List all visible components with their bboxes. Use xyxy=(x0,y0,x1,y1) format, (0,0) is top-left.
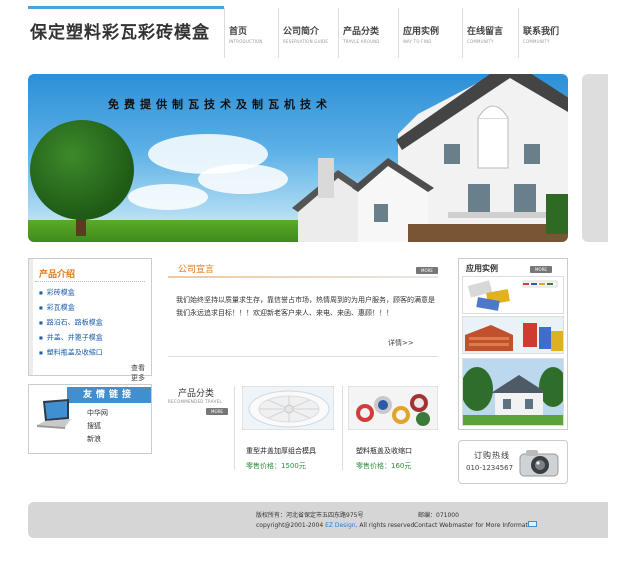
divider xyxy=(35,281,145,282)
category-link[interactable]: 塑料瓶盖及收缩口 xyxy=(39,345,103,360)
nav-label: 首页 xyxy=(229,27,248,37)
category-link[interactable]: 井盖、井篦子模盒 xyxy=(39,330,103,345)
divider xyxy=(342,386,343,470)
category-link[interactable]: 彩砖模盒 xyxy=(39,285,103,300)
application-cases-title: 应用实例 xyxy=(466,264,498,273)
product-image-bottle-caps[interactable] xyxy=(348,386,438,430)
cases-more-button[interactable]: MORE xyxy=(530,266,552,273)
mail-icon[interactable] xyxy=(528,521,537,527)
main-nav: 首页 INTRODUCTION 公司简介 RESERVATION GUIDE 产… xyxy=(224,8,574,58)
case-image-villa[interactable] xyxy=(462,358,564,426)
copyright-suffix: All rights reserved. xyxy=(359,522,417,529)
product-category-title: 产品分类 xyxy=(178,389,215,399)
company-more-button[interactable]: MORE xyxy=(416,267,438,274)
nav-sublabel: WAY TO FIND xyxy=(403,39,432,44)
hero-banner: 免费提供制瓦技术及制瓦机技术 xyxy=(28,74,568,242)
colored-tiles-icon xyxy=(467,280,558,311)
nav-label: 公司简介 xyxy=(283,27,320,37)
hotline-phone[interactable]: 010-1234567 xyxy=(466,464,513,472)
product-price: 零售价格：160元 xyxy=(356,462,412,470)
divider xyxy=(234,386,235,470)
details-link[interactable]: 详情>> xyxy=(388,338,414,348)
site-title[interactable]: 保定塑料彩瓦彩砖模盒 xyxy=(30,18,210,43)
view-more-link[interactable]: 查看更多 xyxy=(131,363,151,383)
nav-sublabel: INTRODUCTION xyxy=(229,39,263,44)
contact-webmaster-link[interactable]: Contact Webmaster for More Information xyxy=(414,522,537,529)
product-category-subtitle: RECOMMENDED TRAVEL xyxy=(168,399,223,404)
friend-links-box: 友情链接 中华网 搜狐 新浪 xyxy=(28,384,152,454)
bottle-caps-icon xyxy=(356,394,430,426)
case-image-tiles[interactable] xyxy=(462,276,564,314)
cloud-shape xyxy=(128,184,208,210)
products-more-button[interactable]: MORE xyxy=(206,408,228,415)
nav-sublabel: COMMUNITY xyxy=(467,39,494,44)
product-image-manhole-mold[interactable] xyxy=(242,386,334,430)
banner-slogan: 免费提供制瓦技术及制瓦机技术 xyxy=(108,98,332,111)
camera-icon xyxy=(519,450,559,477)
nav-home[interactable]: 首页 INTRODUCTION xyxy=(224,8,278,58)
product-intro-title: 产品介绍 xyxy=(39,270,76,280)
laptop-icon xyxy=(37,399,71,429)
side-decoration xyxy=(582,74,608,242)
product-name[interactable]: 塑料瓶盖及收缩口 xyxy=(356,446,412,456)
nav-label: 应用实例 xyxy=(403,27,440,37)
nav-contact[interactable]: 联系我们 COMMUNITY xyxy=(518,8,574,58)
nav-label: 在线留言 xyxy=(467,27,504,37)
footer-owner: 版权所有：河北省保定市五四东路975号 xyxy=(256,512,364,519)
nav-label: 产品分类 xyxy=(343,27,380,37)
friend-links-list: 中华网 搜狐 新浪 xyxy=(87,407,108,446)
villa-photo-icon xyxy=(463,359,563,425)
nav-cases[interactable]: 应用实例 WAY TO FIND xyxy=(398,8,462,58)
footer-copyright: copyright@2001-2004 EZ Design, All right… xyxy=(256,522,416,529)
hotline-label: 订购热线 xyxy=(474,451,510,460)
brand-link[interactable]: EZ Design, xyxy=(325,522,357,529)
product-name[interactable]: 重型井盖加厚组合模具 xyxy=(246,446,316,456)
site-footer xyxy=(28,502,608,538)
roof-tiles-icon xyxy=(465,323,563,351)
category-link[interactable]: 彩瓦模盒 xyxy=(39,300,103,315)
footer-postcode: 邮编：071000 xyxy=(418,512,459,519)
divider xyxy=(168,356,438,357)
product-category-list: 彩砖模盒 彩瓦模盒 路沿石、路板模盒 井盖、井篦子模盒 塑料瓶盖及收缩口 xyxy=(39,285,103,360)
copyright-prefix: copyright@2001-2004 xyxy=(256,522,324,529)
product-price: 零售价格：1500元 xyxy=(246,462,306,470)
tree-illustration xyxy=(30,120,134,220)
category-link[interactable]: 路沿石、路板模盒 xyxy=(39,315,103,330)
friend-links-title: 友情链接 xyxy=(67,387,151,403)
manhole-mold-icon xyxy=(248,390,330,428)
friend-link[interactable]: 新浪 xyxy=(87,433,108,446)
company-declaration-title: 公司宣言 xyxy=(178,265,215,275)
nav-sublabel: TRAVLE AROUND xyxy=(343,39,380,44)
nav-sublabel: RESERVATION GUIDE xyxy=(283,39,329,44)
case-image-roof-tiles[interactable] xyxy=(462,316,564,354)
friend-link[interactable]: 搜狐 xyxy=(87,420,108,433)
nav-about[interactable]: 公司简介 RESERVATION GUIDE xyxy=(278,8,338,58)
product-intro-box: 产品介绍 彩砖模盒 彩瓦模盒 路沿石、路板模盒 井盖、井篦子模盒 塑料瓶盖及收缩… xyxy=(28,258,152,382)
friend-link[interactable]: 中华网 xyxy=(87,407,108,420)
nav-products[interactable]: 产品分类 TRAVLE AROUND xyxy=(338,8,398,58)
nav-sublabel: COMMUNITY xyxy=(523,39,550,44)
section-rule xyxy=(168,276,438,278)
header-accent-line xyxy=(28,6,224,9)
company-declaration-text: 我们始终坚持以质量求生存，靠信誉占市场，热情周到的为用户服务，顾客的满意是我们永… xyxy=(176,296,435,317)
site-header: 保定塑料彩瓦彩砖模盒 首页 INTRODUCTION 公司简介 RESERVAT… xyxy=(0,0,640,60)
nav-label: 联系我们 xyxy=(523,27,560,37)
cloud-shape xyxy=(198,164,288,194)
nav-guestbook[interactable]: 在线留言 COMMUNITY xyxy=(462,8,518,58)
